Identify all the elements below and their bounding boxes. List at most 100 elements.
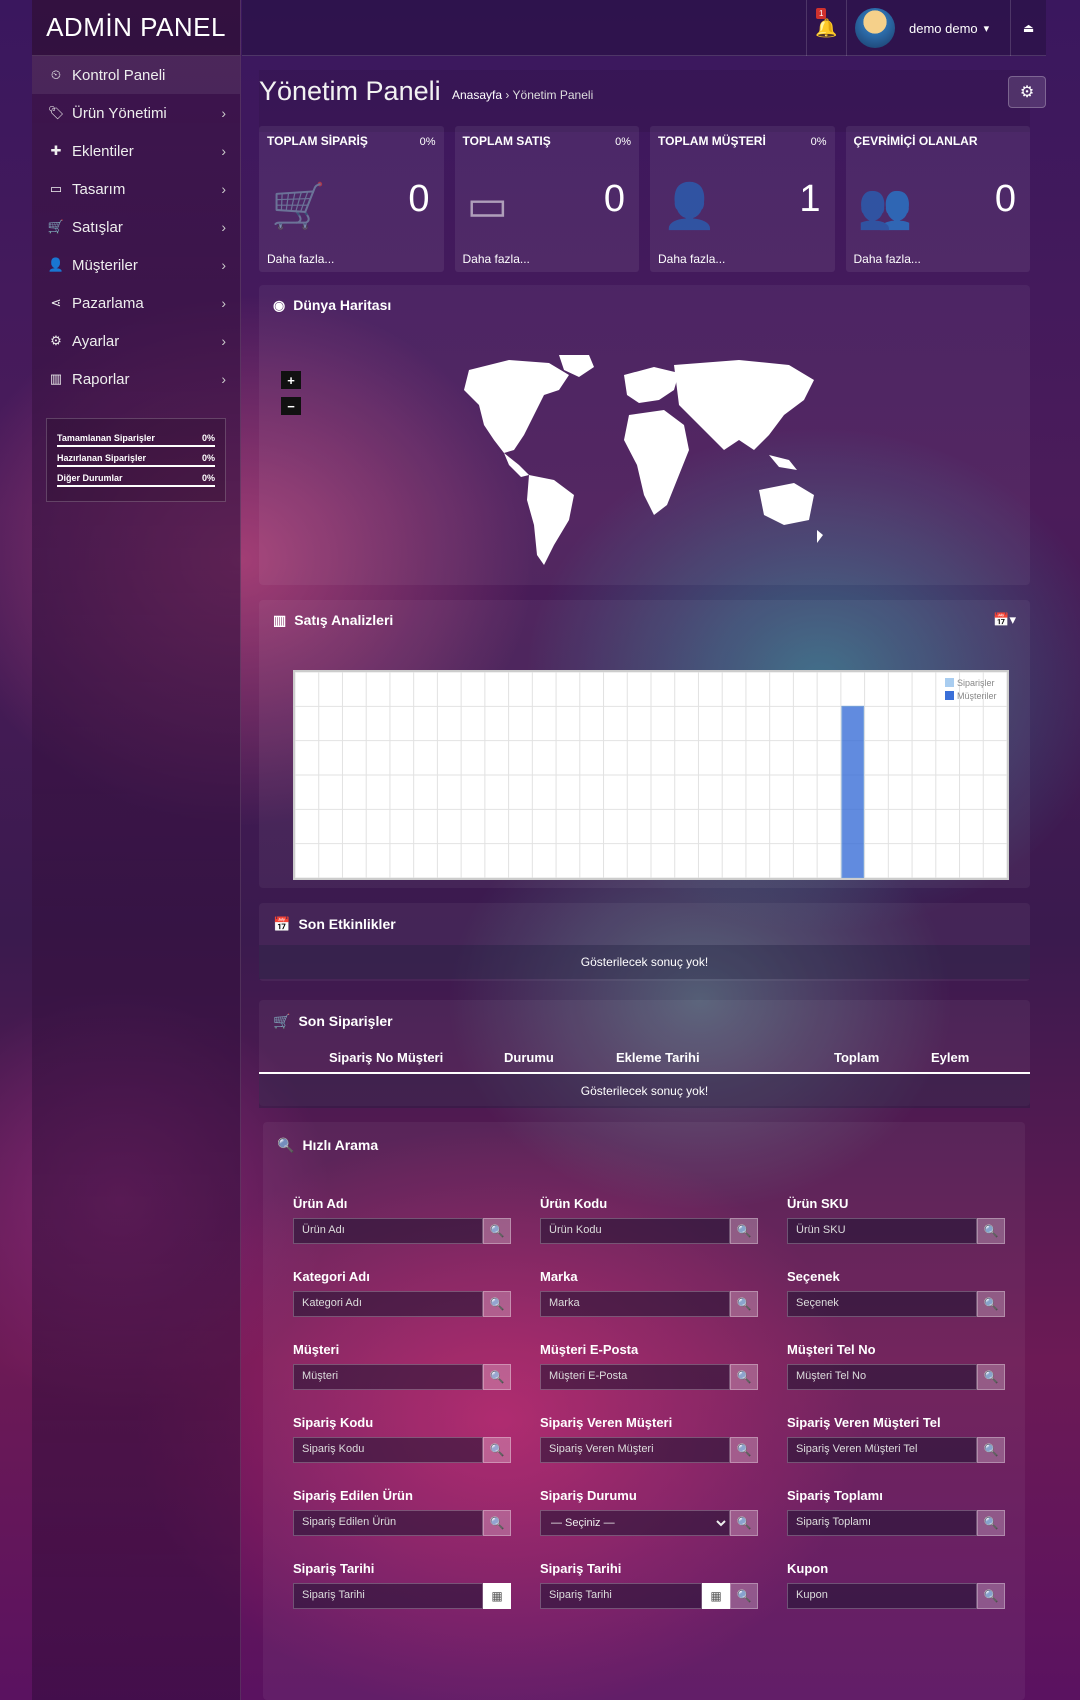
stat-more-link[interactable]: Daha fazla... <box>658 252 725 266</box>
quick-search-field: Sipariş Durumu — Seçiniz — 🔍 <box>540 1488 758 1536</box>
chart-bar[interactable] <box>841 705 865 879</box>
progress-bar <box>57 485 215 487</box>
field-label: Sipariş Toplamı <box>787 1488 883 1503</box>
search-button[interactable]: 🔍 <box>977 1437 1005 1463</box>
sales-analysis-panel: ▥ Satış Analizleri 📅▾ Siparişler Müşteril… <box>259 600 1030 888</box>
progress-row: Hazırlanan Siparişler 0% <box>57 453 215 463</box>
field-label: Seçenek <box>787 1269 840 1284</box>
search-input[interactable]: Müşteri <box>293 1364 483 1390</box>
field-group: Sipariş Toplamı 🔍 <box>787 1510 1005 1536</box>
map-asia <box>674 360 814 450</box>
sidebar-item-6[interactable]: ⋖ Pazarlama › <box>32 284 240 322</box>
search-input[interactable]: Kupon <box>787 1583 977 1609</box>
chevron-right-icon: › <box>221 105 226 121</box>
search-button[interactable]: 🔍 <box>483 1291 511 1317</box>
quick-search-panel: 🔍 Hızlı Arama Ürün Adı Ürün Adı 🔍 Ürün Kodu… <box>263 1122 1025 1700</box>
field-label: Kategori Adı <box>293 1269 370 1284</box>
date-range-dropdown[interactable]: 📅▾ <box>993 612 1016 628</box>
sidebar-item-2[interactable]: ✚ Eklentiler › <box>32 132 240 170</box>
search-button[interactable]: 🔍 <box>977 1583 1005 1609</box>
search-button[interactable]: 🔍 <box>483 1437 511 1463</box>
search-input[interactable]: Seçenek <box>787 1291 977 1317</box>
field-label: Sipariş Tarihi <box>293 1561 375 1576</box>
content-panels: TOPLAM SİPARİŞ 0% 🛒 0 Daha fazla... TOPLAM SA… <box>259 0 1030 1700</box>
chevron-right-icon: › <box>221 219 226 235</box>
stat-more-link[interactable]: Daha fazla... <box>463 252 530 266</box>
search-input[interactable]: Ürün Adı <box>293 1218 483 1244</box>
search-button[interactable]: 🔍 <box>730 1364 758 1390</box>
world-map[interactable] <box>439 355 839 575</box>
search-button[interactable]: 🔍 <box>730 1437 758 1463</box>
activities-empty-message: Gösterilecek sonuç yok! <box>259 945 1030 979</box>
search-button[interactable]: 🔍 <box>483 1364 511 1390</box>
recent-activities-header: 📅 Son Etkinlikler <box>259 903 1030 945</box>
column-header[interactable]: Eylem <box>931 1050 969 1065</box>
column-header[interactable]: Ekleme Tarihi <box>616 1050 700 1065</box>
order-progress-box: Tamamlanan Siparişler 0% Hazırlanan Sipari… <box>46 418 226 502</box>
search-button[interactable]: 🔍 <box>977 1218 1005 1244</box>
stat-more-link[interactable]: Daha fazla... <box>854 252 921 266</box>
progress-row: Tamamlanan Siparişler 0% <box>57 433 215 443</box>
sidebar-item-7[interactable]: ⚙ Ayarlar › <box>32 322 240 360</box>
chevron-right-icon: › <box>221 333 226 349</box>
calendar-button[interactable]: ▦ <box>702 1583 730 1609</box>
order-status-select[interactable]: — Seçiniz — <box>540 1510 730 1536</box>
sales-analysis-title: Satış Analizleri <box>294 612 394 628</box>
search-input[interactable]: Ürün Kodu <box>540 1218 730 1244</box>
search-button[interactable]: 🔍 <box>483 1218 511 1244</box>
column-header[interactable]: Müşteri <box>397 1050 443 1065</box>
search-input[interactable]: Müşteri E-Posta <box>540 1364 730 1390</box>
stat-value: 0 <box>994 178 1016 220</box>
column-header[interactable]: Durumu <box>504 1050 554 1065</box>
map-north-america <box>464 360 569 453</box>
search-button[interactable]: 🔍 <box>483 1510 511 1536</box>
search-input[interactable]: Sipariş Toplamı <box>787 1510 977 1536</box>
chevron-right-icon: › <box>221 143 226 159</box>
sidebar-item-label: Raporlar <box>72 370 130 388</box>
search-input[interactable]: Sipariş Tarihi <box>293 1583 483 1609</box>
sidebar-item-5[interactable]: 👤 Müşteriler › <box>32 246 240 284</box>
quick-search-field: Seçenek Seçenek 🔍 <box>787 1269 1005 1317</box>
stat-more-link[interactable]: Daha fazla... <box>267 252 334 266</box>
search-button[interactable]: 🔍 <box>730 1291 758 1317</box>
field-label: Sipariş Kodu <box>293 1415 374 1430</box>
column-header[interactable]: Toplam <box>834 1050 879 1065</box>
field-group: Ürün Adı 🔍 <box>293 1218 511 1244</box>
quick-search-field: Sipariş Toplamı Sipariş Toplamı 🔍 <box>787 1488 1005 1536</box>
field-label: Ürün SKU <box>787 1196 849 1211</box>
search-input[interactable]: Kategori Adı <box>293 1291 483 1317</box>
column-header[interactable]: Sipariş No <box>329 1050 393 1065</box>
app-logo[interactable]: ADMİN PANEL <box>32 0 240 56</box>
sidebar-item-1[interactable]: 🏷 Ürün Yönetimi › <box>32 94 240 132</box>
search-button[interactable]: 🔍 <box>730 1218 758 1244</box>
progress-label: Tamamlanan Siparişler <box>57 433 155 443</box>
sidebar-item-label: Tasarım <box>72 180 126 198</box>
sidebar-item-8[interactable]: ▥ Raporlar › <box>32 360 240 398</box>
progress-bar <box>57 445 215 447</box>
legend-swatch <box>945 691 954 700</box>
search-input[interactable]: Sipariş Veren Müşteri <box>540 1437 730 1463</box>
sidebar-item-0[interactable]: ⏲ Kontrol Paneli <box>32 56 240 94</box>
search-input[interactable]: Sipariş Kodu <box>293 1437 483 1463</box>
stat-percent: 0% <box>810 136 827 148</box>
search-input[interactable]: Ürün SKU <box>787 1218 977 1244</box>
calendar-button[interactable]: ▦ <box>483 1583 511 1609</box>
sidebar-item-3[interactable]: ▭ Tasarım › <box>32 170 240 208</box>
search-button[interactable]: 🔍 <box>730 1583 758 1609</box>
map-south-america <box>527 475 574 565</box>
search-input[interactable]: Sipariş Edilen Ürün <box>293 1510 483 1536</box>
search-button[interactable]: 🔍 <box>977 1291 1005 1317</box>
progress-label: Diğer Durumlar <box>57 473 123 483</box>
sidebar-item-4[interactable]: 🛒 Satışlar › <box>32 208 240 246</box>
search-button[interactable]: 🔍 <box>977 1364 1005 1390</box>
search-button[interactable]: 🔍 <box>977 1510 1005 1536</box>
search-input[interactable]: Müşteri Tel No <box>787 1364 977 1390</box>
zoom-out-button[interactable]: − <box>281 397 301 415</box>
search-button[interactable]: 🔍 <box>730 1510 758 1536</box>
zoom-in-button[interactable]: + <box>281 371 301 389</box>
search-input[interactable]: Sipariş Tarihi <box>540 1583 702 1609</box>
search-input[interactable]: Sipariş Veren Müşteri Tel <box>787 1437 977 1463</box>
quick-search-field: Ürün Kodu Ürün Kodu 🔍 <box>540 1196 758 1244</box>
search-input[interactable]: Marka <box>540 1291 730 1317</box>
map-central-america <box>504 453 529 477</box>
